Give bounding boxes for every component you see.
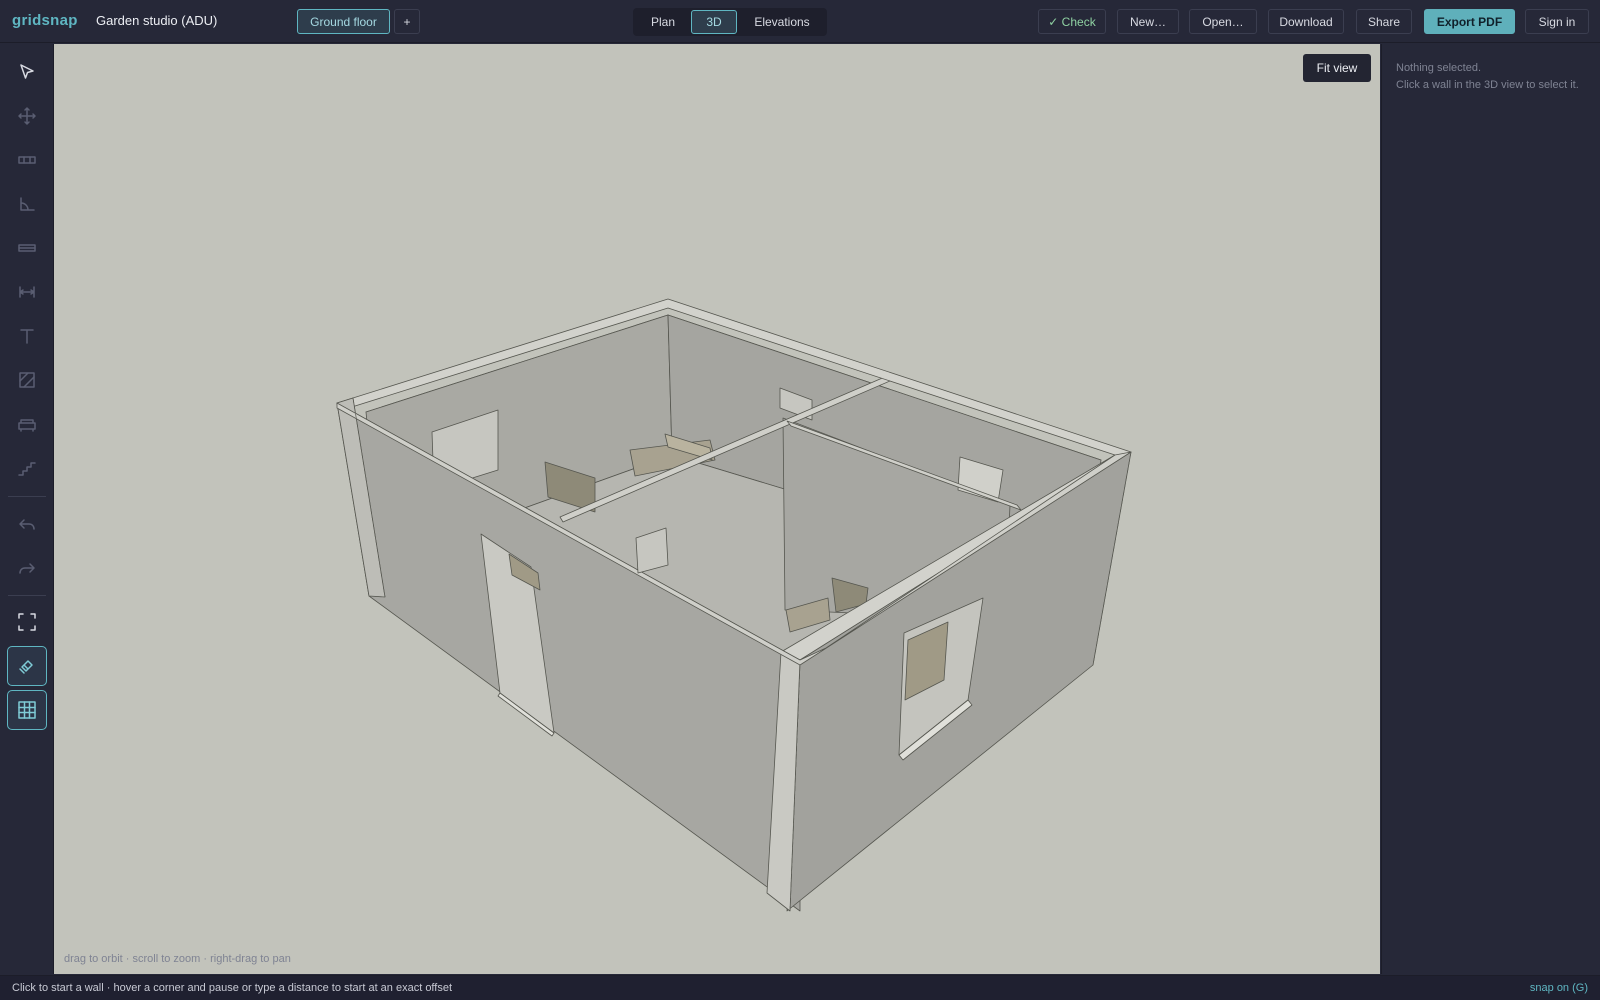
inspector-empty-hint: Click a wall in the 3D view to select it… xyxy=(1396,79,1579,91)
dimension-tool[interactable] xyxy=(7,272,47,312)
fit-button[interactable] xyxy=(7,602,47,642)
move-icon xyxy=(18,107,36,125)
dimension-icon xyxy=(19,286,35,298)
redo-button[interactable] xyxy=(7,548,47,588)
toolbar-divider xyxy=(8,595,46,596)
sofa-icon xyxy=(18,419,36,432)
sign-in-button[interactable]: Sign in xyxy=(1525,9,1589,34)
fit-view-button[interactable]: Fit view xyxy=(1303,54,1371,82)
pointer-icon xyxy=(20,64,34,79)
angle-tool[interactable] xyxy=(7,184,47,224)
share-button[interactable]: Share xyxy=(1356,9,1412,34)
inspector-empty-title: Nothing selected. xyxy=(1396,62,1481,74)
undo-icon xyxy=(19,519,35,530)
window-icon xyxy=(18,244,36,252)
text-icon xyxy=(20,329,34,344)
top-bar: gridsnap Garden studio (ADU) Ground floo… xyxy=(0,0,1600,43)
new-button[interactable]: New… xyxy=(1117,9,1179,34)
magnet-icon xyxy=(19,660,33,674)
redo-icon xyxy=(19,563,35,574)
grid-icon xyxy=(18,701,36,719)
grid-toggle[interactable] xyxy=(7,690,47,730)
toolbar-divider xyxy=(8,496,46,497)
window-tool[interactable] xyxy=(7,228,47,268)
select-tool[interactable] xyxy=(7,52,47,92)
snap-toggle[interactable] xyxy=(7,646,47,686)
stairs-tool[interactable] xyxy=(7,448,47,488)
tool-sidebar xyxy=(0,44,54,974)
wall-icon xyxy=(18,156,36,164)
3d-model-render[interactable] xyxy=(54,44,1380,974)
export-pdf-button[interactable]: Export PDF xyxy=(1424,9,1515,34)
angle-icon xyxy=(20,197,35,211)
fit-frame-icon xyxy=(18,613,36,631)
tab-plan[interactable]: Plan xyxy=(639,10,687,34)
tab-elevations[interactable]: Elevations xyxy=(741,10,823,34)
project-title[interactable]: Garden studio (ADU) xyxy=(96,13,217,28)
open-button[interactable]: Open… xyxy=(1189,9,1257,34)
inspector-panel: Nothing selected. Click a wall in the 3D… xyxy=(1381,44,1600,974)
check-button[interactable]: ✓ Check xyxy=(1038,9,1106,34)
undo-button[interactable] xyxy=(7,504,47,544)
status-message: Click to start a wall · hover a corner a… xyxy=(12,982,453,994)
view-mode-tabs: Plan 3D Elevations xyxy=(633,8,827,36)
hatch-icon xyxy=(19,372,35,388)
floor-selector-button[interactable]: Ground floor xyxy=(297,9,390,34)
move-tool[interactable] xyxy=(7,96,47,136)
status-bar: Click to start a wall · hover a corner a… xyxy=(0,975,1600,1000)
text-tool[interactable] xyxy=(7,316,47,356)
download-button[interactable]: Download xyxy=(1268,9,1344,34)
hatch-tool[interactable] xyxy=(7,360,47,400)
3d-viewport[interactable]: Fit view drag to orbit · scroll to zoom … xyxy=(54,44,1380,974)
app-logo[interactable]: gridsnap xyxy=(12,12,78,29)
add-floor-button[interactable]: + xyxy=(394,9,420,34)
viewport-hint: drag to orbit · scroll to zoom · right-d… xyxy=(64,953,291,965)
wall-tool[interactable] xyxy=(7,140,47,180)
furniture-tool[interactable] xyxy=(7,404,47,444)
snap-status[interactable]: snap on (G) xyxy=(1530,982,1588,994)
stairs-icon xyxy=(18,462,36,476)
tab-3d[interactable]: 3D xyxy=(691,10,737,34)
